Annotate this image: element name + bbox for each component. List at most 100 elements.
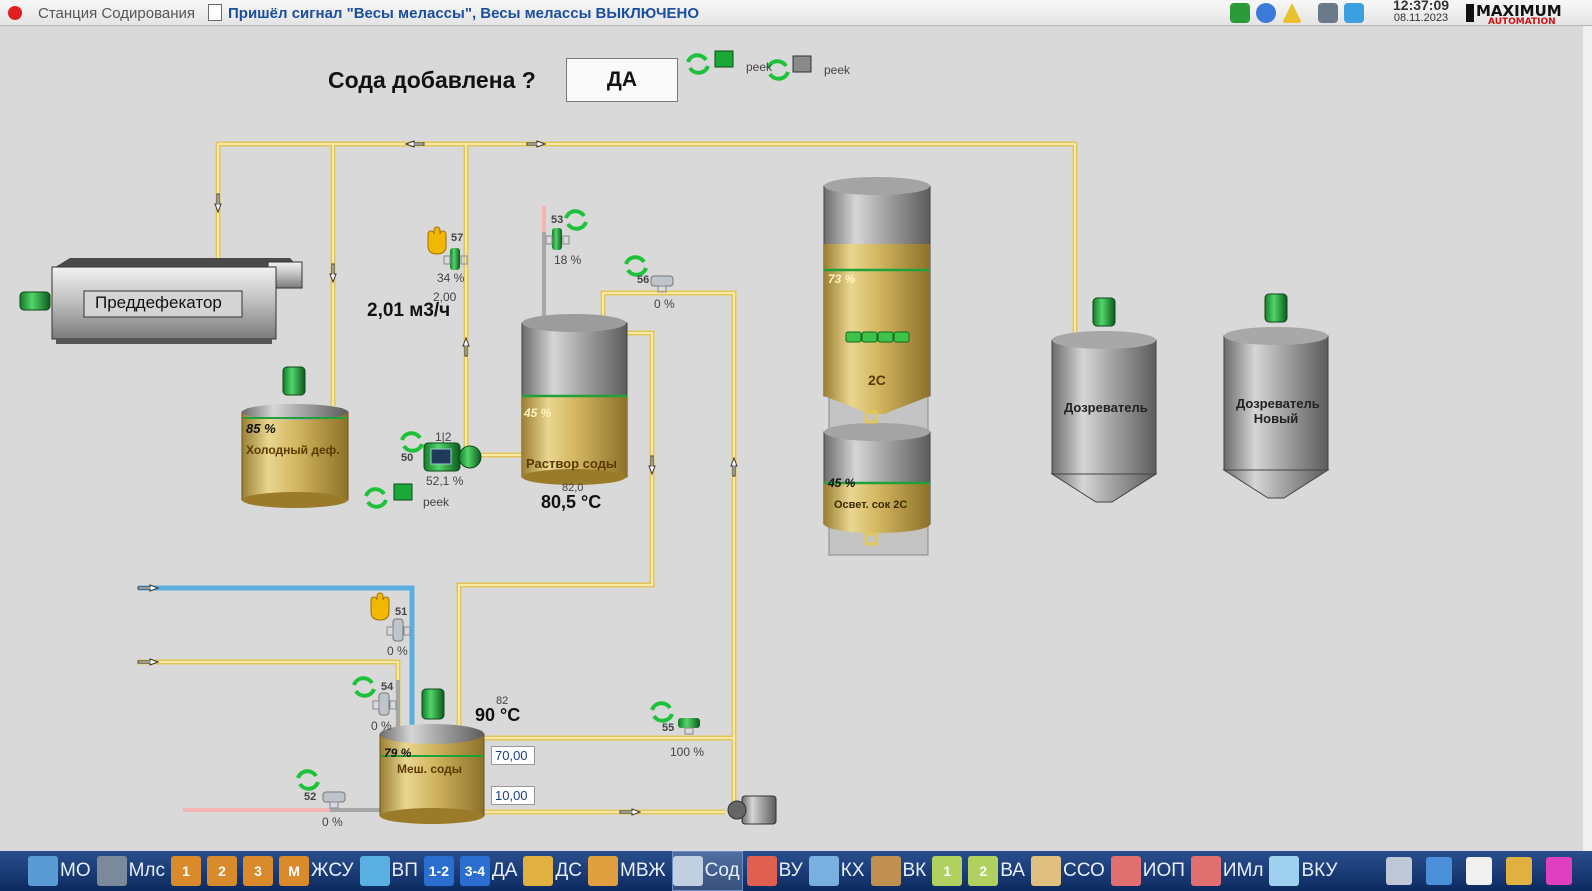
plus-icon[interactable]	[1230, 3, 1250, 23]
clock-date: 08.11.2023	[1393, 12, 1449, 24]
mixer-motor-icon[interactable]	[421, 688, 445, 720]
taskbar-label: КХ	[840, 860, 865, 881]
soda-added-button[interactable]: ДА	[566, 58, 678, 102]
brand-logo: MAXIMUM AUTOMATION	[1466, 2, 1586, 27]
taskbar-item[interactable]: 3-4 ДА	[459, 851, 520, 891]
controller-icon[interactable]	[792, 55, 812, 73]
taskbar-icon	[523, 856, 554, 886]
trend-icon[interactable]	[1466, 857, 1492, 885]
taskbar-label: ДС	[555, 860, 583, 881]
refresh-icon[interactable]	[364, 487, 388, 509]
taskbar-item[interactable]: ДС	[523, 851, 584, 891]
telegram-icon[interactable]	[1344, 3, 1364, 23]
valve-51[interactable]	[386, 618, 411, 642]
peek-label: peek	[423, 495, 450, 509]
settings-icon[interactable]	[1426, 857, 1452, 885]
mixer-motor-icon[interactable]	[282, 366, 306, 396]
taskbar-item[interactable]: МВЖ	[588, 851, 668, 891]
soda-solution-level: 45 %	[524, 406, 552, 420]
taskbar-icon: 2	[968, 856, 999, 886]
refresh-icon[interactable]	[686, 53, 710, 75]
taskbar-item[interactable]: ИОП	[1110, 851, 1187, 891]
mixer-level: 79 %	[384, 746, 412, 760]
taskbar-item[interactable]: 1	[932, 851, 964, 891]
maximum-logo-icon: MAXIMUMAUTOMATION	[1466, 2, 1562, 27]
motor-icon[interactable]	[19, 291, 51, 311]
refresh-icon[interactable]	[352, 676, 376, 698]
mixer-motor-icon[interactable]	[1092, 297, 1116, 327]
taskbar-item[interactable]: 1	[171, 851, 203, 891]
taskbar-item[interactable]: ВУ	[746, 851, 805, 891]
valve-52[interactable]	[322, 791, 346, 809]
tank-top	[1224, 327, 1328, 345]
taskbar-item[interactable]: M ЖСУ	[279, 851, 356, 891]
taskbar-icon	[808, 856, 839, 886]
taskbar-item[interactable]: ИМл	[1190, 851, 1266, 891]
mixer-motor-icon[interactable]	[1264, 293, 1288, 323]
taskbar-item[interactable]: МО	[28, 851, 93, 891]
chat-icon[interactable]	[1256, 3, 1276, 23]
taskbar-label: ИОП	[1142, 860, 1185, 881]
taskbar-item[interactable]: ВП	[359, 851, 420, 891]
taskbar-label: ВА	[1000, 860, 1025, 881]
refresh-icon[interactable]	[564, 209, 588, 231]
taskbar-item[interactable]: ВК	[870, 851, 929, 891]
hand-icon[interactable]	[370, 592, 390, 621]
refresh-icon[interactable]	[624, 255, 648, 277]
taskbar-item[interactable]: 2 ВА	[968, 851, 1027, 891]
peek-label: peek	[746, 60, 773, 74]
taskbar-label: МВЖ	[620, 860, 666, 881]
alarm-message[interactable]: Пришёл сигнал "Весы мелассы", Весы мелас…	[228, 5, 699, 22]
status-dot-icon[interactable]	[8, 6, 22, 20]
maturer-new-label: Дозреватель Новый	[1236, 396, 1320, 426]
taskbar-label: ДА	[491, 860, 518, 881]
valve-54[interactable]	[372, 692, 397, 716]
taskbar-icon: 3-4	[459, 856, 490, 886]
controller-icon[interactable]	[393, 483, 413, 501]
tank-2c-level: 73 %	[828, 272, 856, 286]
app-title: Станция Содирования	[38, 5, 196, 22]
mixer-setpoint-2-input[interactable]: 10,00	[491, 786, 535, 805]
taskbar-icon	[870, 856, 901, 886]
controller-icon[interactable]	[714, 50, 734, 68]
taskbar-label: ЖСУ	[311, 860, 354, 881]
operator-icon[interactable]	[1318, 3, 1338, 23]
soda-solution-temp: 80,5 °C	[541, 492, 602, 512]
mixer-setpoint-1-input[interactable]: 70,00	[491, 746, 535, 765]
tank-bottom	[824, 515, 930, 533]
pump-50[interactable]	[423, 442, 482, 472]
taskbar-item[interactable]: 1-2	[423, 851, 456, 891]
tank-cone	[1050, 473, 1158, 503]
engineer-icon[interactable]	[1506, 857, 1532, 885]
valve-52-pct: 0 %	[322, 815, 343, 829]
taskbar-item[interactable]: Млс	[96, 851, 167, 891]
valve-55[interactable]	[678, 718, 700, 735]
hand-cursor-icon[interactable]	[1546, 857, 1572, 885]
valve-52-id: 52	[304, 791, 317, 803]
taskbar-icon: 1	[932, 856, 963, 886]
taskbar-item[interactable]: Сод	[671, 851, 743, 891]
pipe-pump-riser	[463, 144, 522, 458]
mixer-label: Меш. соды	[397, 762, 463, 776]
taskbar-item[interactable]: 2	[207, 851, 239, 891]
taskbar-item[interactable]: ВКУ	[1269, 851, 1339, 891]
refresh-icon[interactable]	[400, 431, 424, 453]
tank-top	[824, 423, 930, 441]
document-icon[interactable]	[208, 4, 222, 21]
hand-icon[interactable]	[427, 226, 447, 255]
taskbar-item[interactable]: ССО	[1030, 851, 1107, 891]
pump-head-icon	[727, 800, 747, 820]
menu-icon[interactable]	[1386, 857, 1412, 885]
soda-question: Сода добавлена ?	[328, 67, 536, 93]
refresh-icon[interactable]	[650, 701, 674, 723]
taskbar-item[interactable]: КХ	[808, 851, 867, 891]
warning-icon[interactable]	[1282, 3, 1302, 23]
taskbar-item[interactable]: 3	[243, 851, 275, 891]
taskbar-icon	[672, 856, 703, 886]
valve-56-id: 56	[637, 274, 650, 286]
taskbar-icon: 1-2	[423, 856, 454, 886]
taskbar-icon	[359, 856, 390, 886]
valve-53[interactable]	[545, 228, 570, 250]
valve-56[interactable]	[650, 275, 674, 293]
refresh-icon[interactable]	[296, 769, 320, 791]
